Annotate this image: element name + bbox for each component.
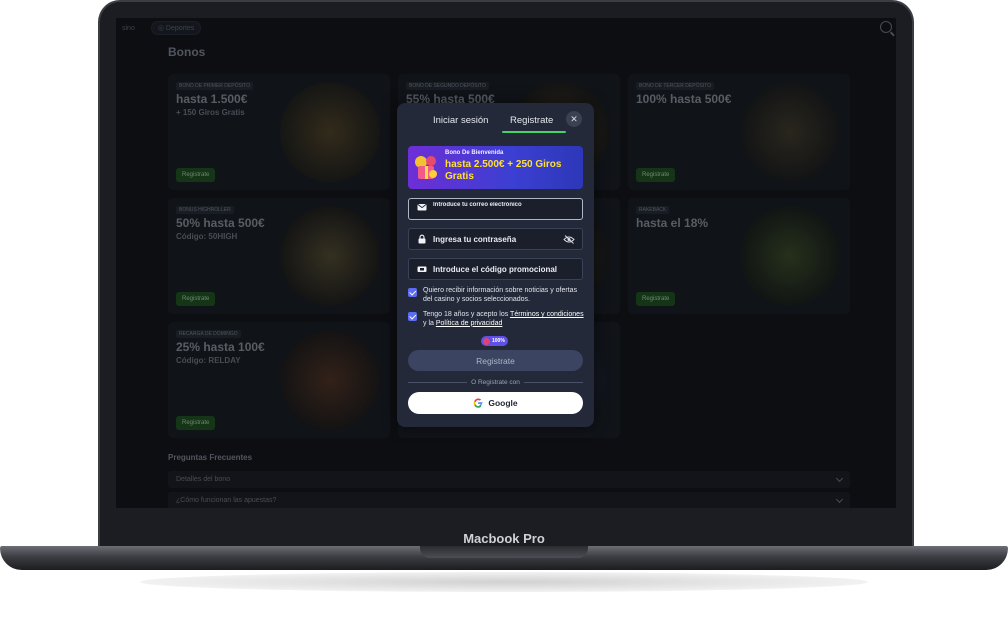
bonus-label: Bono De Bienvenida	[445, 150, 504, 156]
lock-icon	[418, 234, 426, 244]
checkbox-checked[interactable]	[408, 288, 417, 297]
password-input[interactable]	[433, 234, 563, 244]
social-divider: O Registrate con	[408, 377, 583, 387]
eye-off-icon[interactable]	[563, 235, 575, 244]
ticket-icon	[417, 266, 427, 272]
progress-icon	[483, 337, 490, 345]
privacy-link[interactable]: Política de privacidad	[436, 320, 503, 327]
terms-link[interactable]: Términos y condiciones	[510, 311, 584, 318]
divider-text: O Registrate con	[471, 378, 520, 386]
google-button-label: Google	[488, 398, 518, 408]
device-brand-label: Macbook Pro	[463, 531, 545, 546]
google-signin-button[interactable]: Google	[408, 392, 583, 414]
screen: sino ◎ Deportes Bonos BONO DE PRIMER DEP…	[116, 18, 896, 508]
progress-value: 100%	[492, 338, 505, 344]
checkbox-checked[interactable]	[408, 312, 417, 321]
news-consent-checkbox[interactable]: Quiero recibir información sobre noticia…	[408, 287, 588, 304]
auth-tabs: Iniciar sesión Registrate	[397, 103, 594, 135]
register-button[interactable]: Registrate	[408, 350, 583, 371]
laptop-notch	[420, 546, 588, 558]
email-input[interactable]	[433, 202, 563, 208]
promo-code-input[interactable]	[433, 264, 563, 274]
divider-line	[523, 381, 583, 383]
laptop-mockup: sino ◎ Deportes Bonos BONO DE PRIMER DEP…	[0, 0, 1008, 632]
password-field[interactable]	[408, 228, 583, 250]
terms-mid: y la	[423, 319, 436, 327]
tab-register[interactable]: Registrate	[510, 115, 553, 126]
close-button[interactable]: ✕	[566, 111, 582, 127]
terms-consent-checkbox[interactable]: Tengo 18 años y acepto los Términos y co…	[408, 311, 588, 328]
terms-prefix: Tengo 18 años y acepto los	[423, 311, 511, 318]
gift-icon	[415, 156, 437, 179]
register-modal: Iniciar sesión Registrate ✕ Bono De Bien…	[397, 103, 594, 427]
mail-icon	[417, 204, 427, 211]
divider-line	[408, 381, 468, 383]
close-icon: ✕	[570, 113, 578, 124]
tab-login[interactable]: Iniciar sesión	[433, 115, 488, 126]
welcome-bonus-banner: Bono De Bienvenida hasta 2.500€ + 250 Gi…	[408, 146, 583, 189]
active-tab-indicator	[502, 131, 566, 133]
progress-badge: 100%	[481, 336, 508, 346]
terms-consent-label: Tengo 18 años y acepto los Términos y co…	[423, 311, 588, 328]
laptop-shadow	[140, 572, 868, 592]
bonus-value: hasta 2.500€ + 250 Giros Gratis	[445, 159, 562, 182]
news-consent-label: Quiero recibir información sobre noticia…	[423, 287, 578, 303]
promo-code-field[interactable]	[408, 258, 583, 280]
email-field[interactable]	[408, 198, 583, 220]
google-icon	[474, 398, 483, 408]
